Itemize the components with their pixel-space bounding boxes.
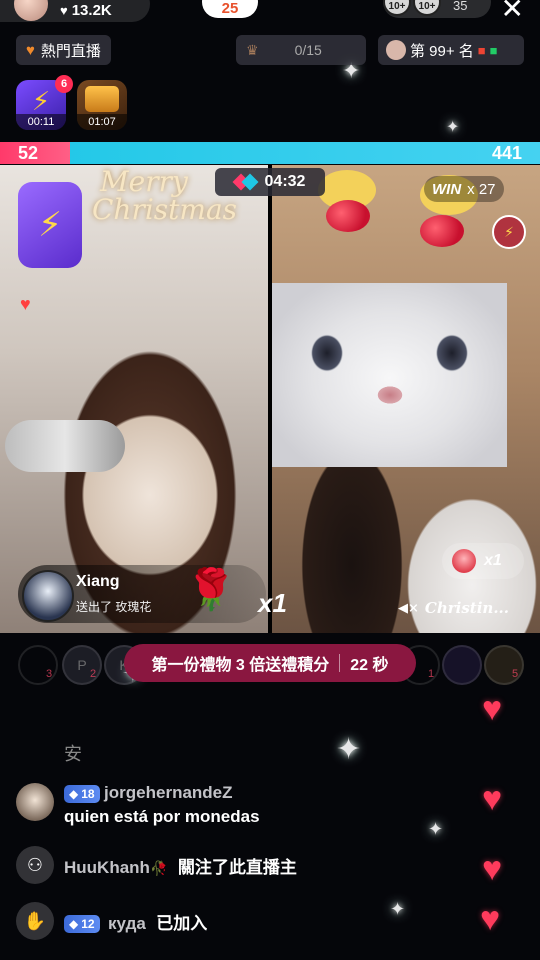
floating-heart-icon: ♥ bbox=[482, 780, 503, 818]
viewer-count: 35 bbox=[453, 0, 468, 13]
boost-timer: 01:07 bbox=[77, 114, 127, 130]
wave-icon: ✋ bbox=[16, 902, 54, 940]
contributor-rank: 2 bbox=[90, 668, 97, 680]
user-level: 12 bbox=[81, 917, 95, 932]
battle-icon bbox=[232, 173, 259, 191]
person-icon: ⚇ bbox=[26, 854, 44, 875]
heart-icon: ♥ bbox=[60, 2, 68, 18]
opponent-gift-badge: x1 bbox=[442, 543, 524, 579]
opponent-gift-multiplier: x1 bbox=[484, 552, 502, 569]
opponent-name-label[interactable]: ◀× Christin... bbox=[398, 596, 524, 620]
gift-multiplier: x1 bbox=[258, 588, 287, 618]
promo-countdown: 22 秒 bbox=[350, 657, 389, 674]
rose-icon: 🥀 bbox=[149, 859, 168, 876]
win-count: x 27 bbox=[467, 180, 496, 198]
chat-username[interactable]: куда bbox=[108, 914, 146, 933]
user-level: 18 bbox=[81, 786, 95, 801]
likes-count: 13.2K bbox=[71, 1, 112, 19]
gift-count: 25 bbox=[221, 0, 239, 17]
gift-description: 送出了 玫瑰花 bbox=[76, 600, 152, 614]
christmas-text: Christmas bbox=[92, 193, 238, 226]
chat-username[interactable]: HuuKhanh bbox=[64, 858, 150, 877]
score-value: 0/15 bbox=[294, 42, 322, 58]
likes-counter: ♥ 13.2K bbox=[60, 2, 112, 19]
trophy-icon: ♛ bbox=[246, 41, 259, 58]
gift-sender-name: Xiang bbox=[76, 573, 120, 590]
diamond-icon: ◆ bbox=[69, 917, 79, 932]
rank-pill[interactable]: 第 99+ 名 ■ ■ bbox=[378, 35, 524, 65]
host-info-pill[interactable]: ♥ 13.2K bbox=[0, 0, 150, 22]
chat-message[interactable]: ◆ 18 jorgehernandeZ quien está por moneda… bbox=[16, 783, 260, 827]
hot-live-label: 熱門直播 bbox=[40, 42, 101, 60]
boost-treasure[interactable]: 01:07 bbox=[77, 80, 127, 130]
contributor-rank: 3 bbox=[46, 668, 53, 680]
floating-heart-icon: ♥ bbox=[480, 900, 501, 938]
follow-user-icon: ⚇ bbox=[16, 846, 54, 884]
battle-timer: 04:32 bbox=[215, 168, 325, 196]
red-bow-decoration bbox=[420, 215, 464, 247]
sparkle-decoration: ✦ bbox=[336, 733, 362, 766]
opponent-boost-icon[interactable]: ⚡ bbox=[492, 215, 526, 249]
chat-follow-notice[interactable]: ⚇ HuuKhanh🥀 關注了此直播主 bbox=[16, 846, 297, 884]
left-score: 52 bbox=[18, 143, 39, 163]
rank-avatar bbox=[386, 40, 406, 60]
host-avatar[interactable] bbox=[14, 0, 48, 21]
battle-timer-value: 04:32 bbox=[264, 173, 306, 190]
contributor-initial: P bbox=[77, 657, 87, 673]
red-bow-decoration bbox=[326, 200, 370, 232]
hot-live-button[interactable]: ♥ 熱門直播 bbox=[16, 35, 111, 65]
boxing-glove-icon[interactable]: ⚡ bbox=[18, 182, 82, 268]
floating-heart-icon: ♥ bbox=[482, 690, 503, 728]
chat-join-notice[interactable]: ✋ ◆ 12 куда 已加入 bbox=[16, 902, 207, 940]
win-streak: WIN x 27 bbox=[424, 176, 504, 202]
rank-label: 第 99+ 名 bbox=[410, 42, 474, 60]
treasure-chest-icon bbox=[85, 86, 119, 112]
hand-wave-icon: ✋ bbox=[23, 910, 47, 931]
top-contributor-avatar[interactable] bbox=[442, 645, 482, 685]
win-label: WIN bbox=[432, 180, 462, 198]
sparkle-decoration: ✦ bbox=[446, 119, 460, 136]
heart-icon: ♥ bbox=[20, 294, 31, 314]
viewer-avatar[interactable]: 10+ bbox=[383, 0, 411, 16]
boost-badge: 6 bbox=[55, 75, 73, 93]
floating-heart-icon: ♥ bbox=[482, 850, 503, 888]
boost-timer: 00:11 bbox=[16, 114, 66, 130]
viewers-pill[interactable]: 10+ 10+ 35 bbox=[383, 0, 491, 18]
promo-text: 第一份禮物 3 倍送禮積分 bbox=[151, 657, 330, 674]
first-gift-promo-banner[interactable]: 第一份禮物 3 倍送禮積分 22 秒 bbox=[124, 644, 416, 682]
viewer-badge: 10+ bbox=[418, 0, 436, 12]
chat-text: 關注了此直播主 bbox=[177, 857, 297, 877]
chat-user-avatar[interactable] bbox=[16, 783, 54, 821]
gift-icon bbox=[452, 549, 476, 573]
contributor-rank: 5 bbox=[512, 668, 519, 680]
rose-gift-icon: 🌹 bbox=[186, 568, 236, 612]
chat-text: 已加入 bbox=[156, 913, 208, 933]
broken-heart-icon: ♥ bbox=[26, 41, 35, 59]
user-level-badge: ◆ 12 bbox=[64, 915, 100, 934]
chat-faded-message: 安 bbox=[64, 744, 82, 764]
chat-text: quien está por monedas bbox=[64, 807, 260, 826]
diamond-icon: ◆ bbox=[69, 786, 79, 801]
user-level-badge: ◆ 18 bbox=[64, 784, 100, 803]
gift-sender-avatar[interactable] bbox=[22, 570, 74, 622]
gift-icon: ■ bbox=[477, 42, 486, 58]
right-score: 441 bbox=[491, 143, 522, 163]
contributor-rank: 1 bbox=[428, 668, 435, 680]
close-icon[interactable]: ✕ bbox=[501, 0, 524, 25]
sparkle-decoration: ✦ bbox=[428, 819, 444, 839]
cat-face-overlay bbox=[272, 283, 507, 467]
sparkle-decoration: ✦ bbox=[390, 899, 406, 919]
gift-count-pill[interactable]: 25 bbox=[202, 0, 258, 18]
chat-username[interactable]: jorgehernandeZ bbox=[104, 783, 232, 802]
battle-divider bbox=[268, 165, 272, 633]
viewer-avatar[interactable]: 10+ bbox=[413, 0, 441, 16]
opponent-host-name: Christin... bbox=[424, 599, 509, 617]
promo-divider bbox=[339, 654, 341, 672]
battle-progress-bar bbox=[0, 142, 540, 164]
mute-icon[interactable]: ◀× bbox=[398, 601, 419, 616]
score-pill[interactable]: ♛ 0/15 bbox=[236, 35, 366, 65]
gift-icon: ■ bbox=[489, 42, 498, 58]
microphone bbox=[5, 420, 125, 472]
viewer-badge: 10+ bbox=[388, 0, 406, 12]
